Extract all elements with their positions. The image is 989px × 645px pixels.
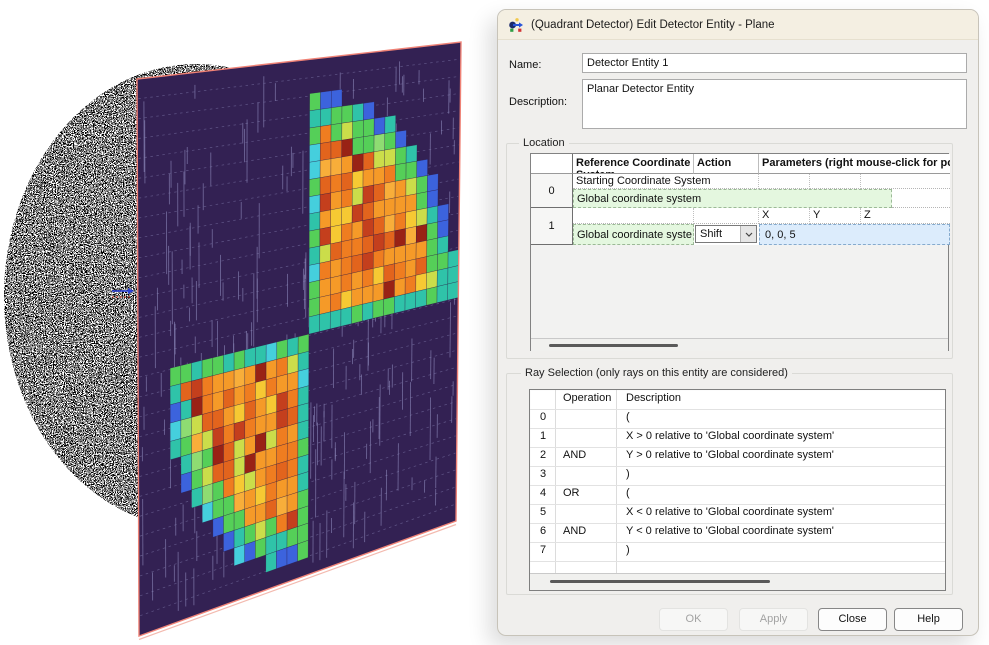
ray-row[interactable]: 0 ( (530, 409, 945, 429)
ray-row-index: 0 (536, 409, 555, 425)
screenshot-root: (Quadrant Detector) Edit Detector Entity… (0, 0, 989, 645)
ray-row[interactable]: 5 X < 0 relative to 'Global coordinate s… (530, 504, 945, 524)
apply-button[interactable]: Apply (739, 608, 808, 631)
ray-row[interactable]: 1 X > 0 relative to 'Global coordinate s… (530, 428, 945, 448)
ray-row-operation (559, 428, 614, 432)
empty-cell (861, 174, 950, 189)
ray-selection-group-label: Ray Selection (only rays on this entity … (521, 367, 792, 379)
ray-row-description: Y > 0 relative to 'Global coordinate sys… (622, 447, 942, 463)
ray-row[interactable]: 2 AND Y > 0 relative to 'Global coordina… (530, 447, 945, 467)
ray-row-description: X < 0 relative to 'Global coordinate sys… (622, 504, 942, 520)
ray-row-index: 3 (536, 466, 555, 482)
dialog-titlebar[interactable]: (Quadrant Detector) Edit Detector Entity… (498, 10, 978, 40)
detector-3d-view[interactable] (0, 0, 497, 645)
ray-row[interactable]: 7 ) (530, 542, 945, 562)
ray-row[interactable]: 3 ) (530, 466, 945, 486)
ray-row-operation (559, 542, 614, 546)
empty-cell (694, 208, 759, 224)
action-combobox[interactable]: Shift (695, 225, 757, 243)
ray-row-description: ) (622, 542, 942, 558)
location-row1-index[interactable]: 1 (531, 208, 573, 245)
location-header-action: Action (694, 154, 759, 174)
ray-header-row: Operation Description (530, 390, 945, 410)
ray-row-description: ( (622, 409, 942, 425)
ray-row-operation: AND (559, 523, 614, 539)
description-label: Description: (509, 96, 567, 108)
empty-cell (759, 174, 810, 189)
ray-row-description: ) (622, 466, 942, 482)
location-row0-reference-cell[interactable]: Global coordinate system (573, 189, 892, 208)
parameters-subheader-x: X (759, 208, 810, 224)
chevron-down-icon (745, 232, 753, 237)
location-group-label: Location (519, 137, 569, 149)
ray-row-index: 6 (536, 523, 555, 539)
empty-cell (573, 208, 694, 224)
action-combobox-value: Shift (696, 228, 740, 240)
ray-row-operation: AND (559, 447, 614, 463)
ray-selection-table[interactable]: Operation Description 0 ( 1 X > 0 relati… (529, 389, 946, 591)
close-button[interactable]: Close (818, 608, 887, 631)
ray-row-index: 5 (536, 504, 555, 520)
dialog-title: (Quadrant Detector) Edit Detector Entity… (531, 19, 775, 31)
ray-header-operation: Operation (559, 390, 614, 406)
ray-row-operation (559, 466, 614, 470)
name-label: Name: (509, 59, 541, 71)
detector-plane (112, 42, 461, 640)
empty-cell (810, 174, 861, 189)
ok-button[interactable]: OK (659, 608, 728, 631)
ray-row-index: 4 (536, 485, 555, 501)
ray-row-index: 1 (536, 428, 555, 444)
location-header-parameters: Parameters (right mouse-click for po (759, 154, 950, 174)
location-row1-reference-cell[interactable]: Global coordinate syste (573, 224, 694, 245)
location-hscrollbar-thumb[interactable] (549, 344, 678, 347)
ray-header-description: Description (622, 390, 942, 406)
ray-row-description: Y < 0 relative to 'Global coordinate sys… (622, 523, 942, 539)
location-header-reference-coordinate: Reference Coordinate System (573, 154, 694, 174)
help-button[interactable]: Help (894, 608, 963, 631)
combobox-drop-button[interactable] (740, 226, 756, 242)
description-input[interactable]: Planar Detector Entity (582, 79, 967, 129)
ray-row-description: ( (622, 485, 942, 501)
ref-header-line1: Reference Coordinate (576, 157, 690, 169)
empty-cell (892, 189, 950, 208)
parameters-subheader-y: Y (810, 208, 861, 224)
ray-row-operation (559, 504, 614, 508)
starting-coordinate-system-cell[interactable]: Starting Coordinate System (573, 174, 759, 189)
location-table[interactable]: Reference Coordinate System Action Param… (530, 153, 949, 351)
ray-row-description: X > 0 relative to 'Global coordinate sys… (622, 428, 942, 444)
name-input[interactable] (582, 53, 967, 73)
location-hscrollbar[interactable] (531, 338, 948, 351)
ray-hscrollbar[interactable] (530, 573, 945, 590)
ray-row[interactable]: 6 AND Y < 0 relative to 'Global coordina… (530, 523, 945, 543)
location-row1-action-cell: Shift (694, 224, 759, 245)
ray-row-operation (559, 409, 614, 413)
ray-row-index: 7 (536, 542, 555, 558)
ray-row-index: 2 (536, 447, 555, 463)
location-header-index (531, 154, 573, 174)
location-row0-index[interactable]: 0 (531, 174, 573, 208)
viewport-3d[interactable] (0, 0, 497, 645)
ray-row[interactable]: 4 OR ( (530, 485, 945, 505)
location-row1-parameters-cell[interactable]: 0, 0, 5 (759, 224, 950, 245)
ray-hscrollbar-thumb[interactable] (550, 580, 770, 583)
ray-row-operation: OR (559, 485, 614, 501)
app-icon (508, 17, 524, 33)
parameters-subheader-z: Z (861, 208, 950, 224)
edit-detector-dialog: (Quadrant Detector) Edit Detector Entity… (497, 9, 979, 636)
